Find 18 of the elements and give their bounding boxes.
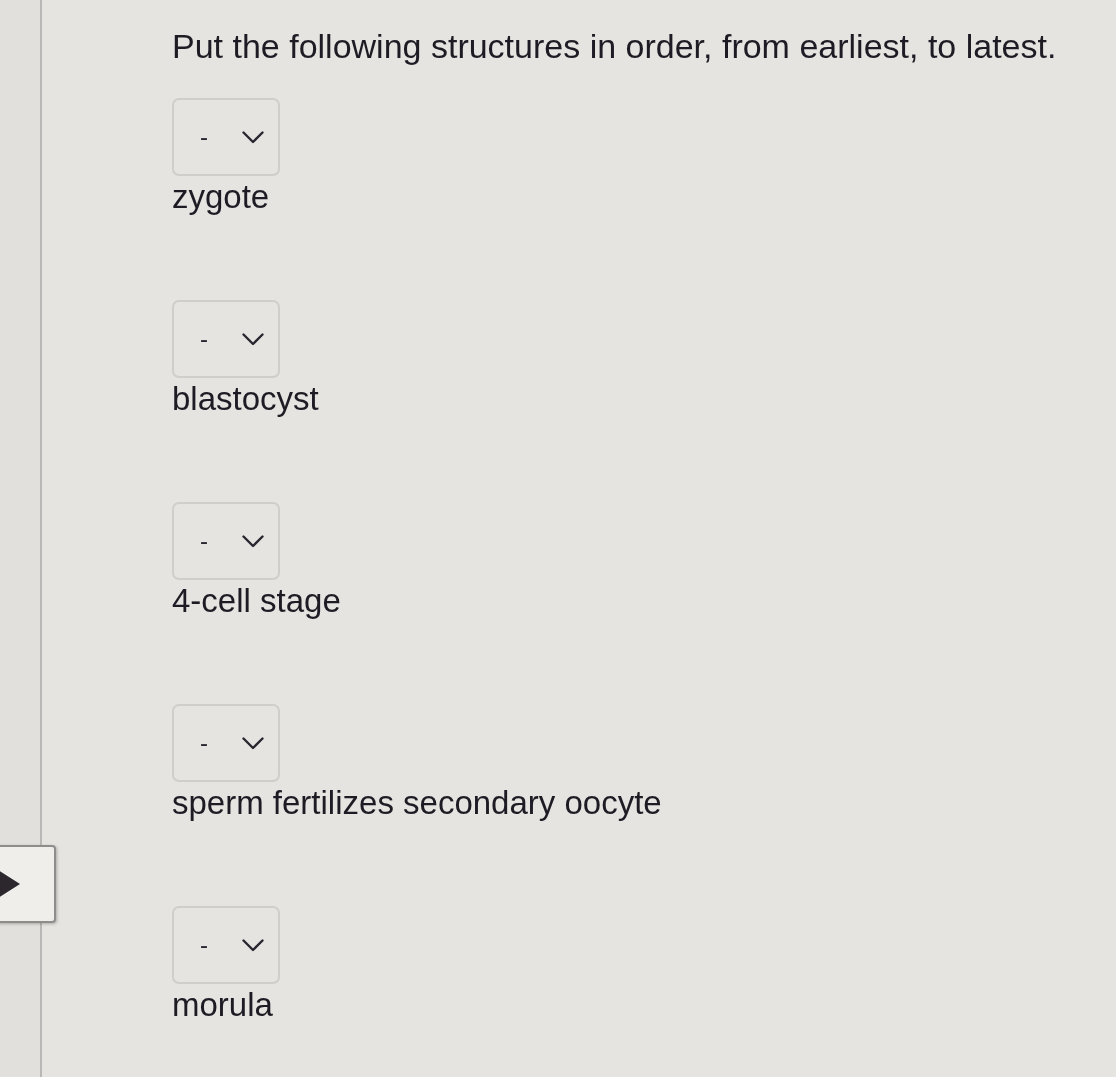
- stage-label: morula: [172, 985, 273, 1025]
- order-dropdown[interactable]: -: [172, 502, 280, 580]
- chevron-down-icon: [242, 130, 264, 144]
- chevron-down-icon: [242, 332, 264, 346]
- question-prompt: Put the following structures in order, from earliest, to latest.: [172, 26, 1057, 66]
- sidebar-toggle-tab[interactable]: [0, 845, 56, 923]
- order-dropdown[interactable]: -: [172, 98, 280, 176]
- order-dropdown[interactable]: -: [172, 704, 280, 782]
- stage-label: 4-cell stage: [172, 581, 341, 621]
- caret-right-icon: [0, 870, 20, 898]
- stage-label: zygote: [172, 177, 270, 217]
- chevron-down-icon: [242, 534, 264, 548]
- stage-label: sperm fertilizes secondary oocyte: [172, 783, 662, 823]
- stage-label: blastocyst: [172, 379, 319, 419]
- chevron-down-icon: [242, 736, 264, 750]
- order-dropdown[interactable]: -: [172, 300, 280, 378]
- order-dropdown[interactable]: -: [172, 906, 280, 984]
- chevron-down-icon: [242, 938, 264, 952]
